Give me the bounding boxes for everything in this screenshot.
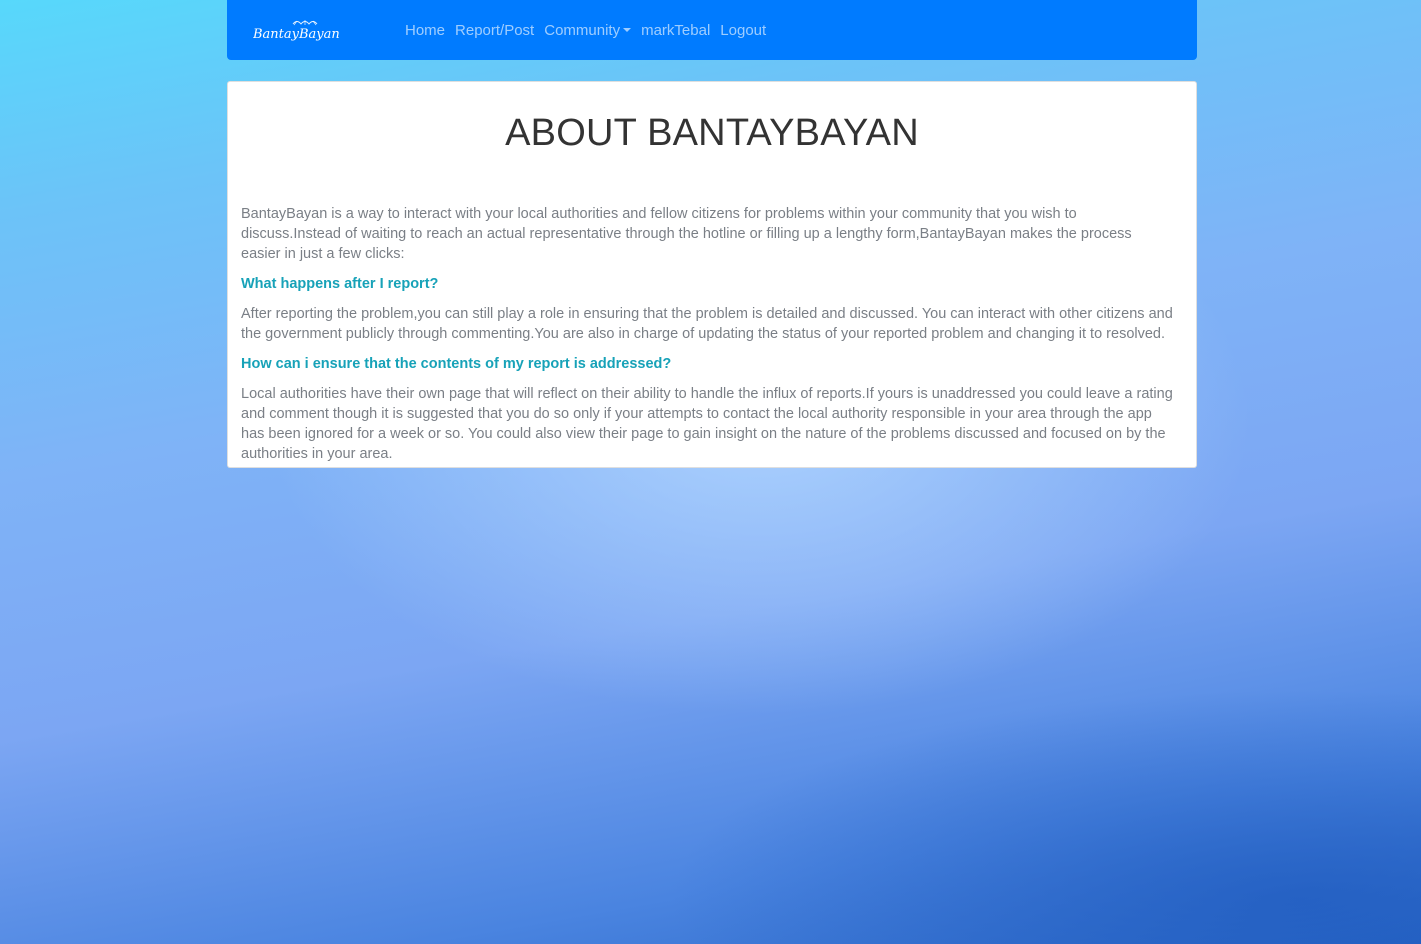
faq-question-1: What happens after I report? xyxy=(241,276,439,292)
nav-report-post-link[interactable]: Report/Post xyxy=(455,22,534,39)
nav-user-link[interactable]: markTebal xyxy=(641,22,710,39)
page-title: ABOUT BANTAYBAYAN xyxy=(505,112,919,154)
nav-logout-link[interactable]: Logout xyxy=(720,22,766,39)
faq-answer-2: Local authorities have their own page th… xyxy=(241,386,1173,462)
intro-paragraph: BantayBayan is a way to interact with yo… xyxy=(241,206,1132,262)
faq-question-2: How can i ensure that the contents of my… xyxy=(241,356,672,372)
about-card: ABOUT BANTAYBAYAN BantayBayan is a way t… xyxy=(227,81,1197,468)
caret-down-icon xyxy=(623,27,632,32)
nav-home-link[interactable]: Home xyxy=(405,22,445,39)
faq-answer-1: After reporting the problem,you can stil… xyxy=(241,306,1173,342)
nav-community-label: Community xyxy=(544,21,621,39)
brand-logo[interactable]: BantayBayan xyxy=(253,18,365,44)
nav-community-dropdown[interactable]: Community xyxy=(544,21,632,39)
brand-logo-text: BantayBayan xyxy=(253,27,340,42)
nav-links: Home Report/Post Community markTebal Log… xyxy=(405,0,776,60)
about-content: BantayBayan is a way to interact with yo… xyxy=(241,204,1173,474)
brand-logo-image: BantayBayan xyxy=(253,20,340,42)
top-navbar: BantayBayan Home Report/Post Community m… xyxy=(227,0,1197,60)
